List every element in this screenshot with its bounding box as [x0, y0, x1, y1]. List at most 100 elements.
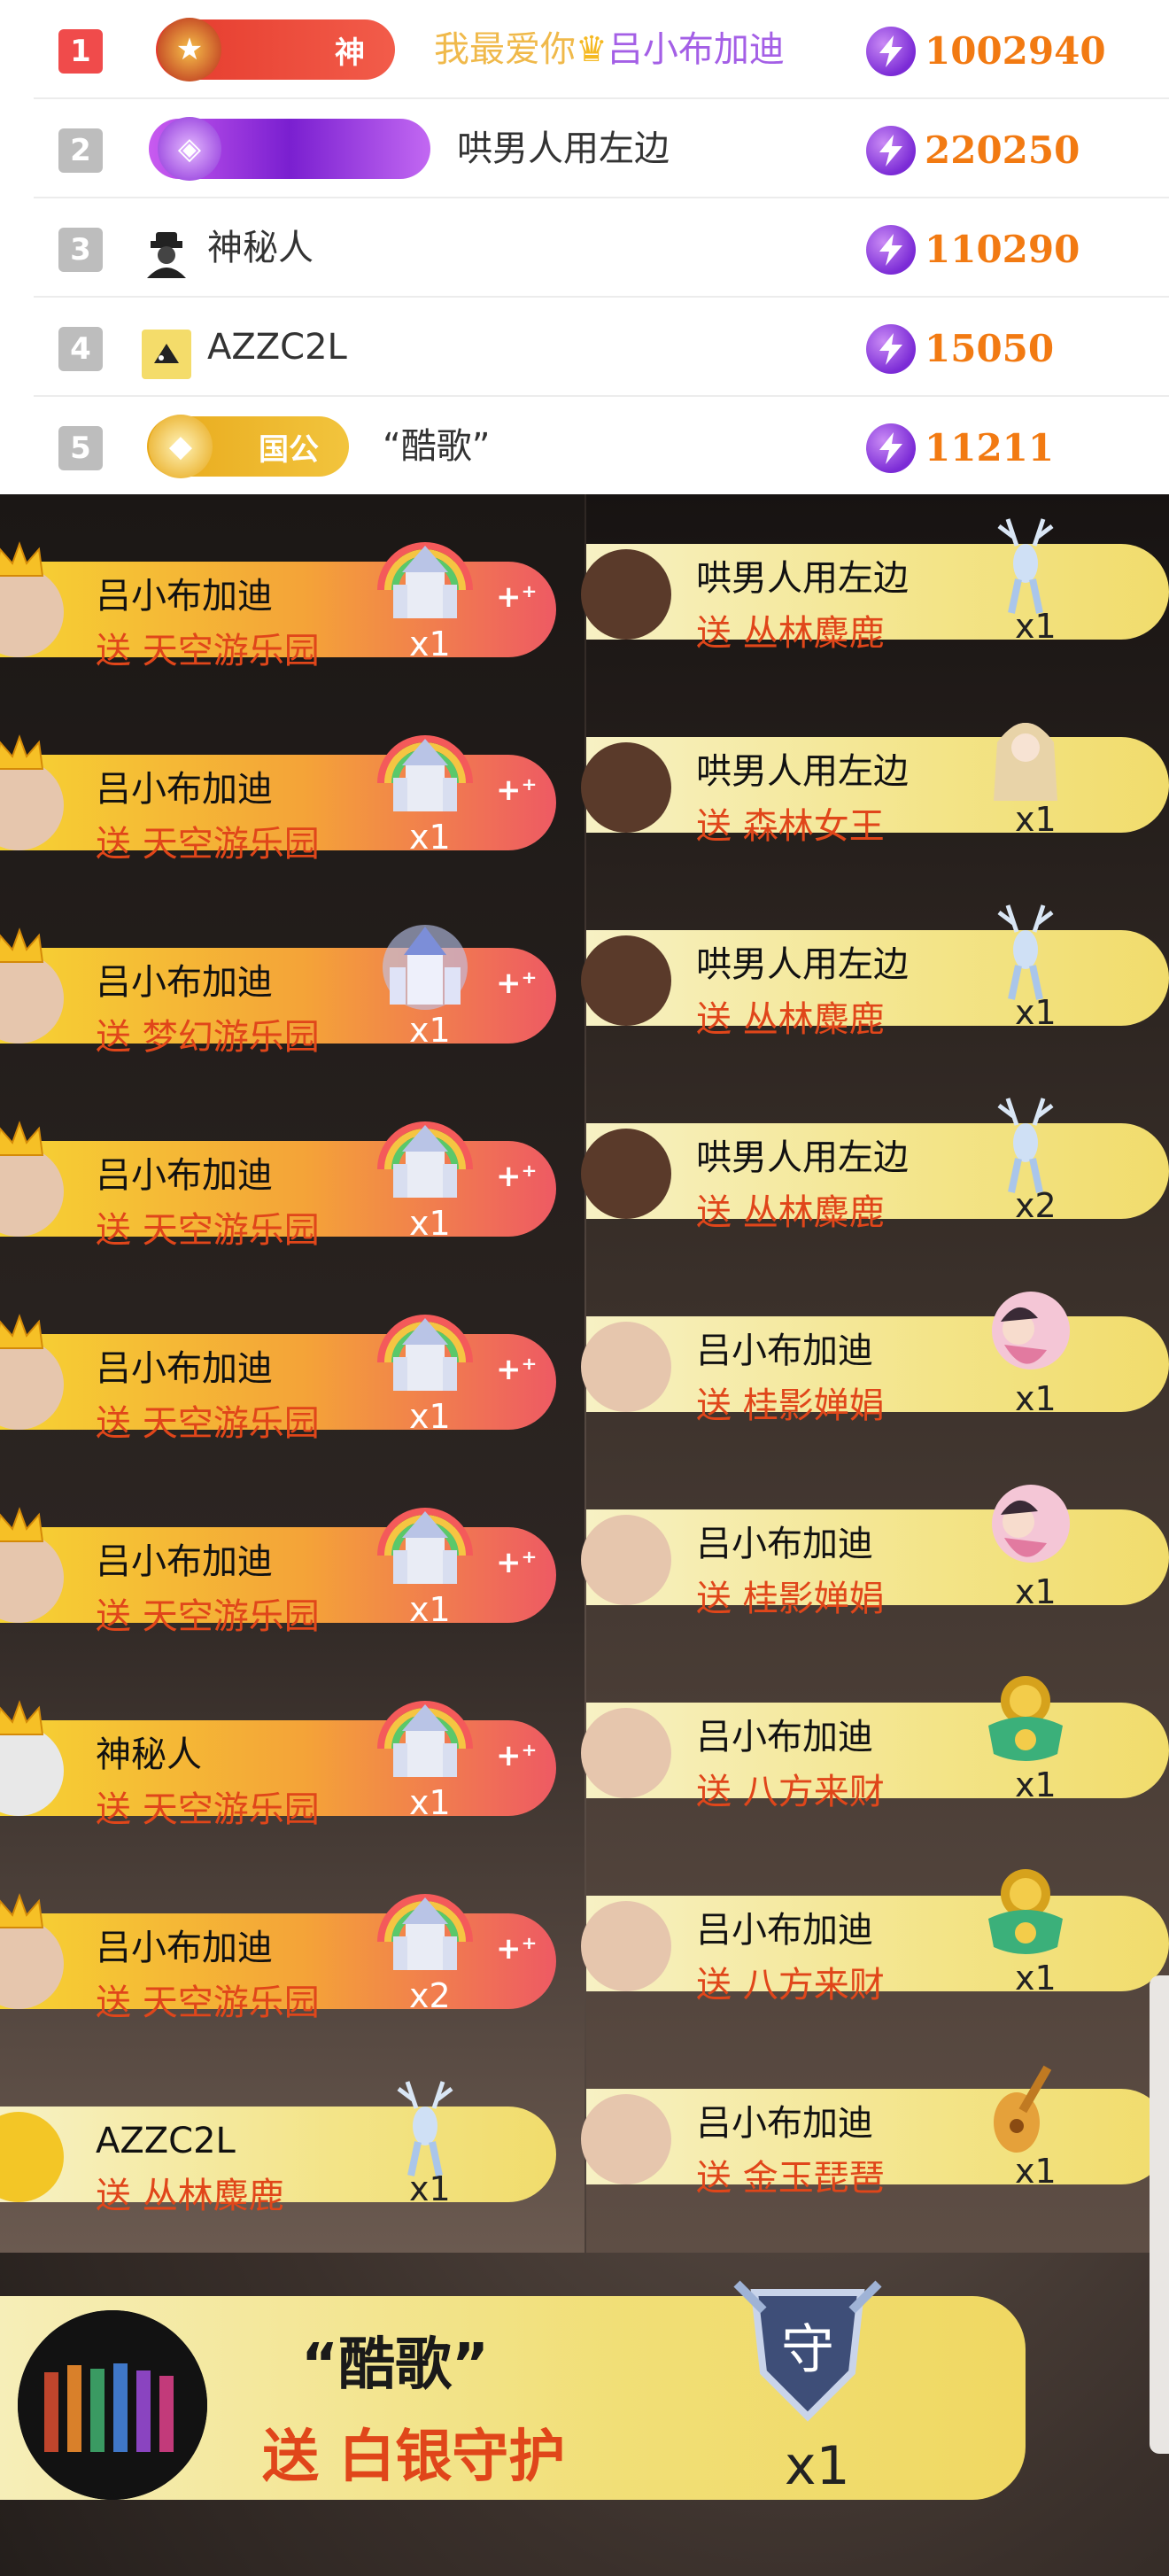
ranking-row[interactable]: 5 ◆ 国公 “酷歌” 11211 — [0, 397, 1169, 496]
gift-notification[interactable]: 吕小布加迪送 金玉琵琶 x1 — [581, 2055, 1169, 2199]
ranking-row[interactable]: 1 ★ 神 我最爱你♛吕小布加迪 1002940 — [0, 0, 1169, 99]
golden-pipa-icon — [972, 2055, 1079, 2161]
noble-badge: ◆ 国公 — [147, 415, 349, 478]
sender-avatar — [581, 2094, 671, 2184]
rank-score: 1002940 — [925, 29, 1106, 73]
gift-notification[interactable]: 哄男人用左边送 丛林麋鹿 x2 — [581, 1090, 1169, 1233]
featured-sender: “酷歌” — [301, 2332, 490, 2398]
gift-notification[interactable]: 哄男人用左边送 丛林麋鹿 x1 — [581, 510, 1169, 654]
sparkle-plus-icon: +⁺ — [496, 966, 538, 1001]
gift-name: 送 天空游乐园 — [96, 824, 320, 865]
gift-name: 送 天空游乐园 — [96, 1789, 320, 1830]
sender-name: 吕小布加迪 — [696, 2103, 873, 2144]
sparkle-plus-icon: +⁺ — [496, 1931, 538, 1967]
sender-name: 吕小布加迪 — [696, 1524, 873, 1564]
crown-icon — [0, 541, 44, 577]
gift-notification[interactable]: 吕小布加迪送 天空游乐园 x1 +⁺ — [0, 1494, 556, 1637]
gift-notification[interactable]: 吕小布加迪送 八方来财 x1 — [581, 1862, 1169, 2006]
gift-notification[interactable]: 神秘人送 天空游乐园 x1 +⁺ — [0, 1687, 556, 1830]
sender-avatar — [581, 1129, 671, 1219]
sparkle-plus-icon: +⁺ — [496, 1159, 538, 1194]
lightning-coin-icon — [866, 126, 916, 175]
rainbow-castle-icon — [372, 528, 478, 634]
elk-icon — [972, 1090, 1079, 1196]
sparkle-plus-icon: +⁺ — [496, 1738, 538, 1773]
elk-icon — [972, 510, 1079, 617]
rank-name-main: 吕小布加迪 — [607, 29, 785, 70]
crown-icon — [0, 1893, 44, 1928]
star-medal-icon: ★ — [158, 18, 221, 81]
sparkle-plus-icon: +⁺ — [496, 579, 538, 615]
gift-name: 送 丛林麋鹿 — [696, 613, 885, 654]
gift-name: 送 天空游乐园 — [96, 631, 320, 671]
rainbow-castle-icon — [372, 1880, 478, 1986]
sender-avatar — [581, 742, 671, 833]
forest-queen-icon — [972, 703, 1079, 810]
crown-icon: ♛ — [576, 29, 608, 70]
sparkle-plus-icon: +⁺ — [496, 1545, 538, 1580]
gift-notification[interactable]: 哄男人用左边送 森林女王 x1 — [581, 703, 1169, 847]
gift-name: 送 梦幻游乐园 — [96, 1017, 320, 1058]
gold-treasure-icon — [972, 1669, 1079, 1775]
ranking-list: 1 ★ 神 我最爱你♛吕小布加迪 1002940 2 ◈ 哄男人用左边 2202… — [0, 0, 1169, 494]
rank-name: “酷歌” — [383, 426, 491, 467]
gift-notification[interactable]: 哄男人用左边送 丛林麋鹿 x1 — [581, 896, 1169, 1040]
gift-notification[interactable]: 吕小布加迪送 天空游乐园 x1 +⁺ — [0, 528, 556, 671]
lightning-coin-icon — [866, 423, 916, 473]
gift-name: 送 丛林麋鹿 — [696, 1192, 885, 1233]
rainbow-castle-icon — [372, 1687, 478, 1793]
ranking-row[interactable]: 4 AZZC2L 15050 — [0, 298, 1169, 397]
gift-notification[interactable]: 吕小布加迪送 天空游乐园 x1 +⁺ — [0, 1107, 556, 1251]
silver-guard-shield-icon: 守 — [719, 2257, 896, 2434]
sender-avatar — [581, 549, 671, 640]
featured-gift-name: 送 白银守护 — [262, 2425, 566, 2490]
sender-name: 神秘人 — [96, 1734, 202, 1775]
gift-name: 送 天空游乐园 — [96, 1596, 320, 1637]
sender-avatar — [581, 935, 671, 1026]
gift-notification[interactable]: 吕小布加迪送 桂影婵娟 x1 — [581, 1283, 1169, 1426]
featured-gift-qty: x1 — [785, 2435, 850, 2497]
ranking-row[interactable]: 3 神秘人 110290 — [0, 198, 1169, 298]
gift-name: 送 天空游乐园 — [96, 1403, 320, 1444]
gift-name: 送 金玉琵琶 — [696, 2158, 885, 2199]
sparkle-plus-icon: +⁺ — [496, 1352, 538, 1387]
rank-score: 11211 — [925, 426, 1055, 469]
mystery-person-icon — [142, 229, 191, 278]
sender-name: 哄男人用左边 — [696, 944, 909, 985]
coin-medal-icon: ◆ — [149, 415, 213, 478]
gift-notification[interactable]: 吕小布加迪送 梦幻游乐园 x1 +⁺ — [0, 914, 556, 1058]
sender-name: 吕小布加迪 — [96, 1155, 273, 1196]
crown-icon — [0, 927, 44, 963]
sender-name: 哄男人用左边 — [696, 1137, 909, 1178]
gift-notification[interactable]: 吕小布加迪送 天空游乐园 x1 +⁺ — [0, 1300, 556, 1444]
sender-name: 吕小布加迪 — [696, 1331, 873, 1371]
gift-notification[interactable]: 吕小布加迪送 天空游乐园 x2 +⁺ — [0, 1880, 556, 2023]
gift-notification[interactable]: 吕小布加迪送 天空游乐园 x1 +⁺ — [0, 721, 556, 865]
gift-notification[interactable]: 吕小布加迪送 桂影婵娟 x1 — [581, 1476, 1169, 1619]
sender-name: AZZC2L — [96, 2121, 236, 2161]
gift-notification[interactable]: 吕小布加迪送 八方来财 x1 — [581, 1669, 1169, 1812]
rank-name: 神秘人 — [207, 228, 314, 268]
ranking-row[interactable]: 2 ◈ 哄男人用左边 220250 — [0, 99, 1169, 198]
gift-notification[interactable]: AZZC2L 送 丛林麋鹿 x1 — [0, 2073, 556, 2216]
badge-label: 神 — [335, 35, 365, 71]
crown-icon — [0, 1121, 44, 1156]
noble-badge: ★ 神 — [156, 18, 395, 81]
side-handle[interactable] — [1150, 1975, 1169, 2454]
sender-avatar — [581, 1515, 671, 1605]
moon-fairy-icon — [972, 1283, 1079, 1389]
svg-text:守: 守 — [781, 2319, 834, 2381]
gift-name: 送 天空游乐园 — [96, 1982, 320, 2023]
crown-icon — [0, 734, 44, 770]
rank-name: 哄男人用左边 — [457, 128, 670, 169]
sender-name: 吕小布加迪 — [696, 1910, 873, 1951]
crown-icon — [0, 1700, 44, 1735]
gift-name: 送 天空游乐园 — [96, 1210, 320, 1251]
sender-name: 吕小布加迪 — [696, 1717, 873, 1757]
rank-number: 2 — [58, 128, 103, 173]
elk-icon — [372, 2073, 478, 2179]
rank-score: 110290 — [925, 228, 1080, 271]
rainbow-castle-icon — [372, 1107, 478, 1214]
lightning-coin-icon — [866, 27, 916, 76]
rainbow-castle-icon — [372, 721, 478, 827]
